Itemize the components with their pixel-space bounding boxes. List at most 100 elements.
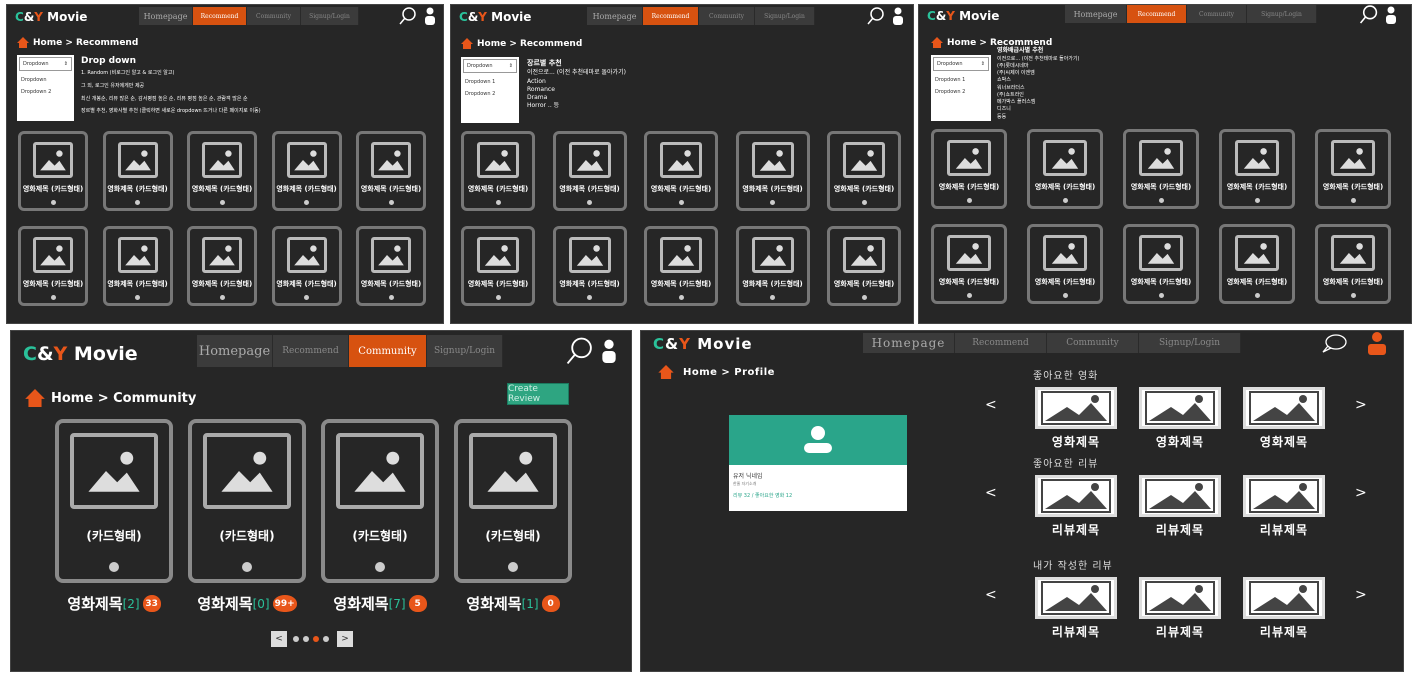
review-card[interactable]: (카드형태) 영화제목 [7] 5 — [317, 419, 443, 614]
movie-card[interactable]: 영화제목 (카드형태) — [1315, 224, 1391, 304]
nav-community[interactable]: Community — [1187, 5, 1247, 23]
user-icon[interactable] — [601, 337, 617, 365]
movie-card[interactable]: 영화제목 (카드형태) — [356, 131, 426, 211]
dropdown-option[interactable]: Dropdown — [21, 77, 70, 83]
home-icon[interactable] — [17, 37, 29, 48]
nav-community[interactable]: Community — [349, 335, 427, 367]
movie-card[interactable]: 영화제목 (카드형태) — [735, 226, 810, 306]
profile-item-card[interactable]: 리뷰제목 — [1031, 475, 1121, 538]
movie-card[interactable]: 영화제목 (카드형태) — [644, 131, 718, 211]
movie-card[interactable]: 영화제목 (카드형태) — [1219, 129, 1295, 209]
back-link[interactable]: 이전으로... (이전 추천테마로 돌아가기) — [527, 69, 626, 77]
search-icon[interactable] — [867, 7, 885, 25]
dropdown-select[interactable]: Dropdown ⇕ — [463, 59, 517, 73]
next-page-button[interactable]: > — [337, 631, 353, 647]
home-icon[interactable] — [657, 365, 675, 379]
user-icon[interactable] — [424, 7, 436, 25]
profile-item-card[interactable]: 영화제목 — [1135, 387, 1225, 450]
review-card[interactable]: (카드형태) 영화제목 [1] 0 — [450, 419, 576, 614]
movie-card[interactable]: 영화제목 (카드형태) — [552, 131, 627, 211]
profile-item-card[interactable]: 리뷰제목 — [1135, 475, 1225, 538]
search-icon[interactable] — [399, 7, 417, 25]
carousel-prev-arrow[interactable]: < — [985, 397, 997, 413]
movie-card[interactable]: 영화제목 (카드형태) — [18, 226, 88, 306]
profile-item-card[interactable]: 리뷰제목 — [1135, 577, 1225, 640]
nav-recommend[interactable]: Recommend — [643, 7, 699, 25]
movie-card[interactable]: 영화제목 (카드형태) — [187, 131, 257, 211]
carousel-prev-arrow[interactable]: < — [985, 485, 997, 501]
search-icon[interactable] — [1359, 5, 1379, 24]
nav-signup[interactable]: Signup/Login — [1139, 333, 1241, 353]
profile-stats[interactable]: 리뷰 32 / 좋아요한 영화 12 — [733, 492, 907, 499]
nav-recommend[interactable]: Recommend — [273, 335, 349, 367]
nav-signup[interactable]: Signup/Login — [1247, 5, 1317, 23]
movie-card[interactable]: 영화제목 (카드형태) — [271, 226, 342, 306]
search-icon[interactable] — [566, 337, 594, 365]
nav-recommend[interactable]: Recommend — [193, 7, 247, 25]
profile-item-card[interactable]: 영화제목 — [1239, 387, 1329, 450]
carousel-next-arrow[interactable]: > — [1355, 587, 1367, 603]
like-badge[interactable]: 33 — [142, 595, 161, 612]
carousel-next-arrow[interactable]: > — [1355, 397, 1367, 413]
movie-card[interactable]: 영화제목 (카드형태) — [102, 131, 173, 211]
nav-recommend[interactable]: Recommend — [955, 333, 1047, 353]
dropdown-select[interactable]: Dropdown ⇕ — [19, 57, 72, 71]
movie-card[interactable]: 영화제목 (카드형태) — [931, 129, 1007, 209]
site-logo[interactable]: C&Y Movie — [459, 10, 531, 24]
create-review-button[interactable]: Create Review — [507, 383, 569, 405]
movie-card[interactable]: 영화제목 (카드형태) — [461, 226, 535, 306]
nav-homepage[interactable]: Homepage — [1065, 5, 1127, 23]
nav-homepage[interactable]: Homepage — [139, 7, 193, 25]
page-dot[interactable] — [303, 636, 309, 642]
user-icon[interactable] — [1367, 331, 1387, 355]
nav-community[interactable]: Community — [699, 7, 755, 25]
carousel-next-arrow[interactable]: > — [1355, 485, 1367, 501]
movie-card[interactable]: 영화제목 (카드형태) — [552, 226, 627, 306]
dropdown-option[interactable]: Dropdown 2 — [21, 89, 70, 95]
review-card[interactable]: (카드형태) 영화제목 [0] 99+ — [184, 419, 310, 614]
dropdown-option[interactable]: Dropdown 2 — [465, 91, 515, 97]
movie-card[interactable]: 영화제목 (카드형태) — [931, 224, 1007, 304]
site-logo[interactable]: C&Y Movie — [23, 343, 138, 365]
nav-signup[interactable]: Signup/Login — [755, 7, 815, 25]
movie-card[interactable]: 영화제목 (카드형태) — [1123, 224, 1199, 304]
nav-community[interactable]: Community — [247, 7, 301, 25]
movie-card[interactable]: 영화제목 (카드형태) — [102, 226, 173, 306]
movie-card[interactable]: 영화제목 (카드형태) — [1027, 129, 1103, 209]
movie-card[interactable]: 영화제목 (카드형태) — [1219, 224, 1295, 304]
movie-card[interactable]: 영화제목 (카드형태) — [356, 226, 426, 306]
movie-card[interactable]: 영화제목 (카드형태) — [461, 131, 535, 211]
distributor-item[interactable]: 워너브라더스 — [997, 85, 1079, 92]
home-icon[interactable] — [25, 389, 45, 407]
genre-item[interactable]: Drama — [527, 94, 626, 102]
profile-item-card[interactable]: 영화제목 — [1031, 387, 1121, 450]
movie-card[interactable]: 영화제목 (카드형태) — [644, 226, 718, 306]
user-icon[interactable] — [892, 7, 904, 25]
dropdown-option[interactable]: Dropdown 1 — [935, 77, 987, 83]
movie-card[interactable]: 영화제목 (카드형태) — [827, 131, 901, 211]
back-link[interactable]: 이전으로... (이전 추천테마로 돌아가기) — [997, 56, 1079, 63]
dropdown-select[interactable]: Dropdown ⇕ — [933, 57, 989, 71]
profile-item-card[interactable]: 리뷰제목 — [1239, 475, 1329, 538]
movie-card[interactable]: 영화제목 (카드형태) — [1123, 129, 1199, 209]
site-logo[interactable]: C&Y Movie — [653, 335, 753, 353]
nav-signup[interactable]: Signup/Login — [427, 335, 503, 367]
like-badge[interactable]: 99+ — [272, 595, 297, 612]
like-badge[interactable]: 5 — [408, 595, 427, 612]
home-icon[interactable] — [931, 37, 943, 48]
movie-card[interactable]: 영화제목 (카드형태) — [827, 226, 901, 306]
distributor-item[interactable]: 쇼박스 — [997, 77, 1079, 84]
movie-card[interactable]: 영화제목 (카드형태) — [187, 226, 257, 306]
movie-card[interactable]: 영화제목 (카드형태) — [271, 131, 342, 211]
site-logo[interactable]: C&Y Movie — [15, 10, 87, 24]
movie-card[interactable]: 영화제목 (카드형태) — [1027, 224, 1103, 304]
dropdown-option[interactable]: Dropdown 1 — [465, 79, 515, 85]
nav-homepage[interactable]: Homepage — [197, 335, 273, 367]
genre-item[interactable]: Horror .. 등 — [527, 102, 626, 110]
nav-homepage[interactable]: Homepage — [587, 7, 643, 25]
user-icon[interactable] — [1385, 6, 1397, 24]
nav-homepage[interactable]: Homepage — [863, 333, 955, 353]
site-logo[interactable]: C&Y Movie — [927, 9, 999, 23]
home-icon[interactable] — [461, 38, 473, 49]
genre-item[interactable]: Romance — [527, 86, 626, 94]
